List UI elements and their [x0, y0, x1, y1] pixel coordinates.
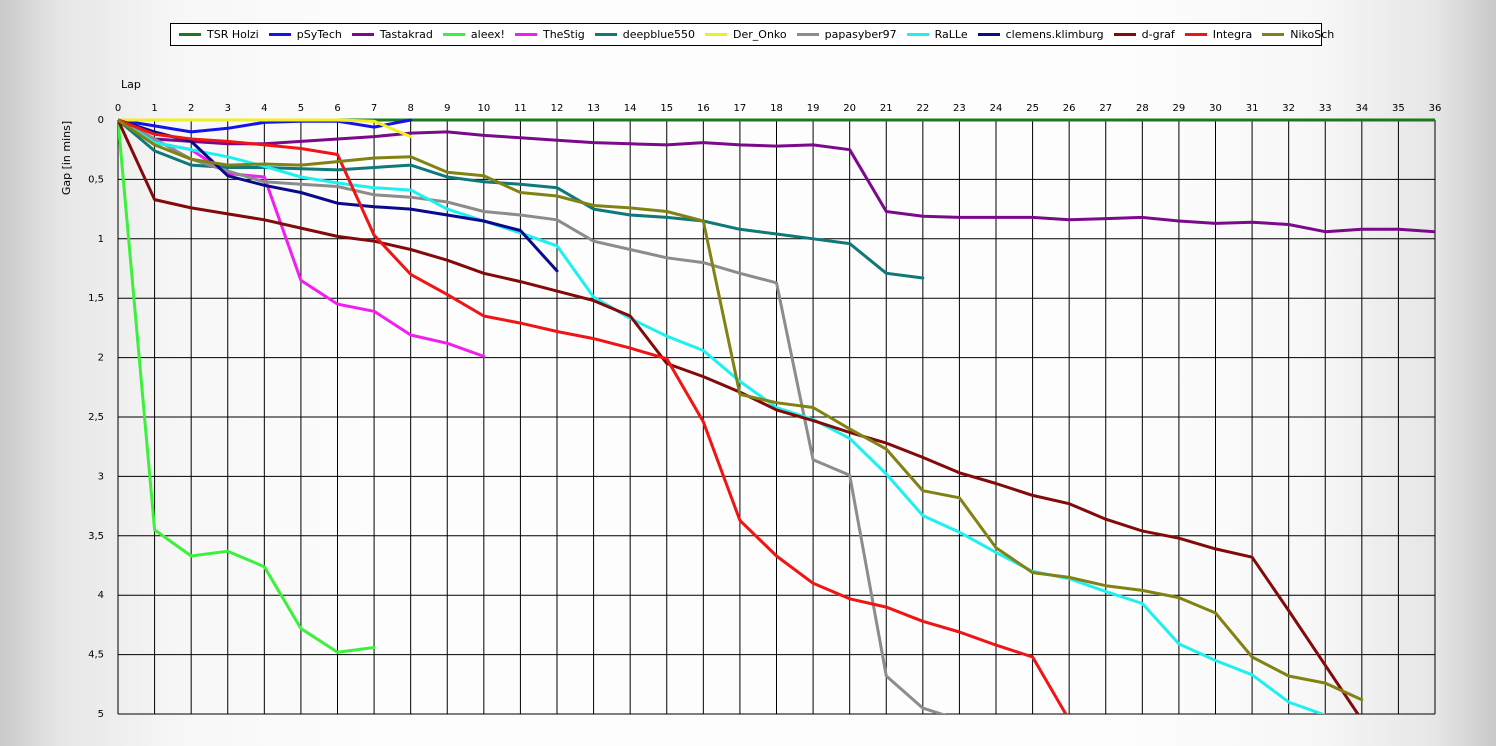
x-tick-label: 1 [151, 103, 157, 114]
x-tick-label: 3 [225, 103, 231, 114]
y-tick-label: 4 [98, 590, 104, 601]
x-tick-label: 2 [188, 103, 194, 114]
x-tick-label: 10 [477, 103, 490, 114]
y-tick-label: 4,5 [88, 650, 104, 661]
x-tick-label: 15 [660, 103, 673, 114]
x-tick-label: 28 [1136, 103, 1149, 114]
x-tick-label: 5 [298, 103, 304, 114]
y-axis-title: Gap [in mins] [60, 121, 73, 195]
x-tick-label: 25 [1026, 103, 1039, 114]
x-tick-label: 32 [1282, 103, 1295, 114]
y-tick-label: 1 [98, 234, 104, 245]
x-tick-label: 23 [953, 103, 966, 114]
x-tick-label: 14 [624, 103, 637, 114]
x-tick-label: 16 [697, 103, 710, 114]
x-tick-label: 7 [371, 103, 377, 114]
chart-grid [117, 119, 1436, 715]
x-axis-title: Lap [121, 78, 141, 91]
x-tick-label: 19 [807, 103, 820, 114]
x-tick-label: 18 [770, 103, 783, 114]
x-tick-label: 35 [1392, 103, 1405, 114]
y-tick-label: 0,5 [88, 174, 104, 185]
y-tick-label: 3,5 [88, 531, 104, 542]
x-tick-label: 36 [1429, 103, 1442, 114]
x-tick-label: 8 [407, 103, 413, 114]
x-tick-label: 9 [444, 103, 450, 114]
x-tick-label: 24 [990, 103, 1003, 114]
x-tick-label: 34 [1355, 103, 1368, 114]
y-tick-label: 2,5 [88, 412, 104, 423]
y-tick-label: 1,5 [88, 293, 104, 304]
y-tick-label: 5 [98, 709, 104, 720]
x-tick-label: 27 [1099, 103, 1112, 114]
chart-ticks: 0 1 2 3 4 5 6 7 8 9 10 11 12 13 14 15 16 17 18 19 20 21 22 23 24… [88, 103, 1441, 720]
chart-plot: Lap Gap [in mins] 0 1 2 3 4 5 6 7 8 9 10 11 12 13 14 15… [60, 78, 1441, 720]
x-tick-label: 29 [1173, 103, 1186, 114]
x-tick-label: 13 [587, 103, 600, 114]
x-tick-label: 17 [734, 103, 747, 114]
x-tick-label: 26 [1063, 103, 1076, 114]
x-tick-label: 0 [115, 103, 121, 114]
y-tick-label: 2 [98, 353, 104, 364]
x-tick-label: 11 [514, 103, 527, 114]
x-tick-label: 21 [880, 103, 893, 114]
x-tick-label: 31 [1246, 103, 1259, 114]
y-tick-label: 0 [98, 115, 104, 126]
x-tick-label: 33 [1319, 103, 1332, 114]
x-tick-label: 6 [334, 103, 340, 114]
y-tick-label: 3 [98, 471, 104, 482]
x-tick-label: 22 [916, 103, 929, 114]
x-tick-label: 4 [261, 103, 267, 114]
x-tick-label: 12 [551, 103, 564, 114]
x-tick-label: 20 [843, 103, 856, 114]
x-tick-label: 30 [1209, 103, 1222, 114]
